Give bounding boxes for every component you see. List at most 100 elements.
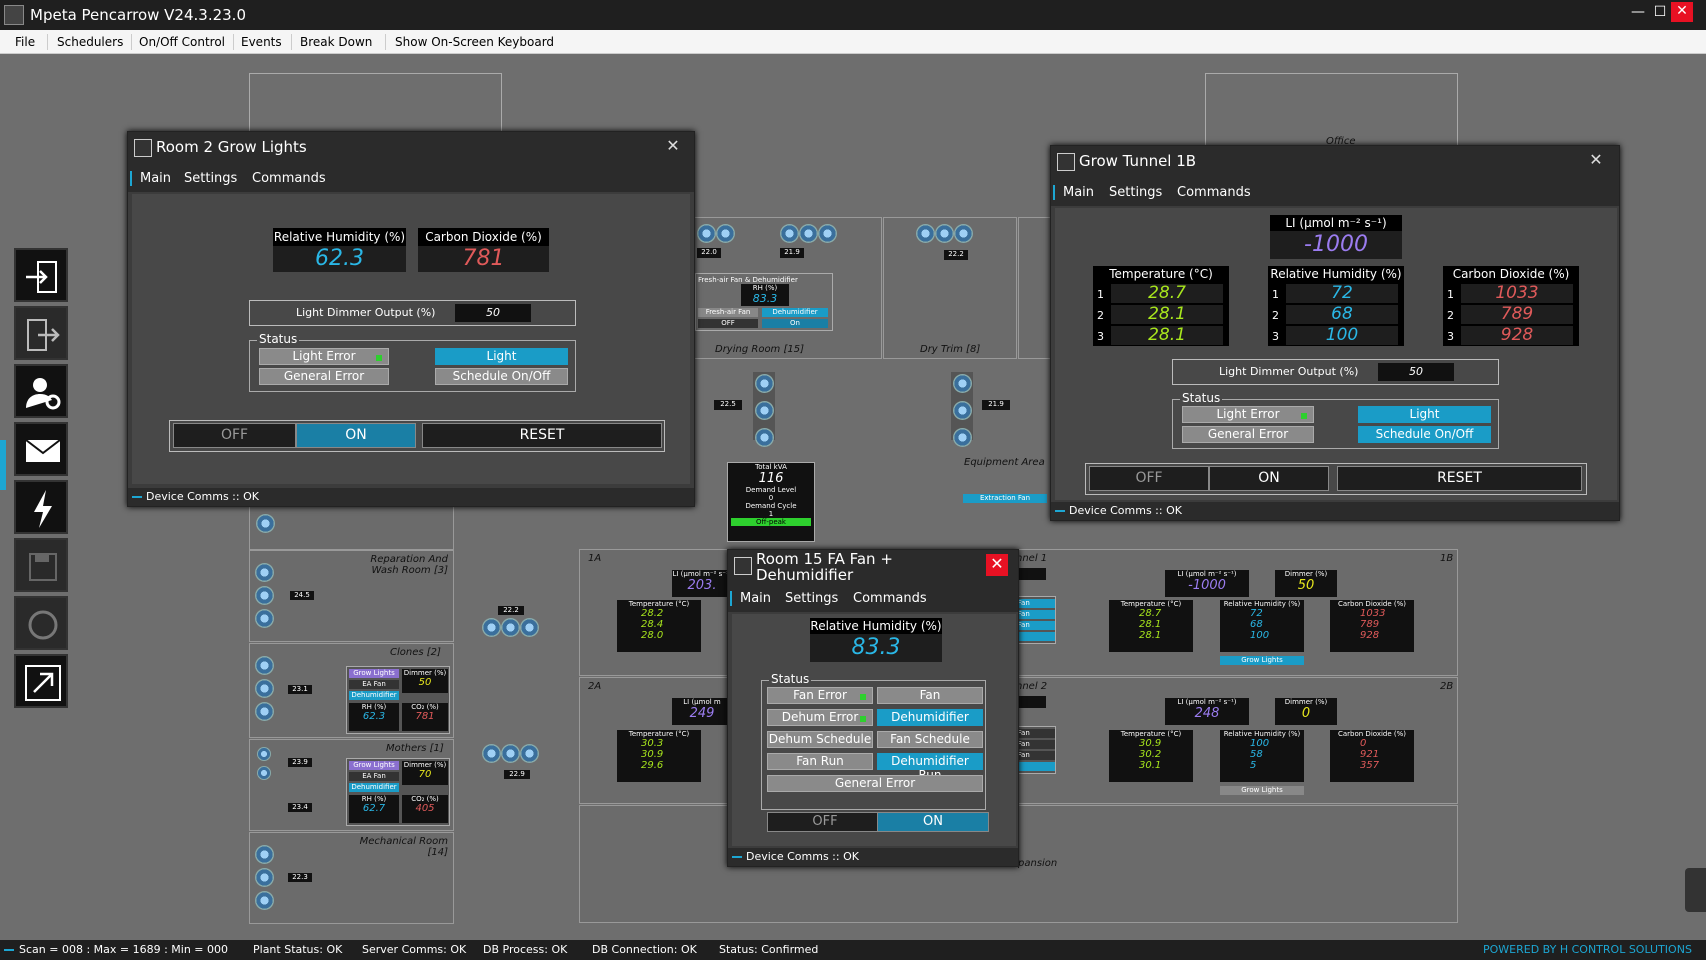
- maximize-button[interactable]: ☐: [1647, 0, 1673, 26]
- tab-commands[interactable]: Commands: [1177, 185, 1251, 200]
- zone-1b-label: 1B: [1440, 553, 1454, 564]
- login-icon[interactable]: [14, 248, 68, 302]
- mothers-controls[interactable]: Grow Lights Dimmer (%) 70 EA Fan Dehumidi…: [346, 758, 450, 826]
- dialog-body: Relative Humidity (%) 62.3 Carbon Dioxid…: [132, 194, 690, 484]
- menu-break-down[interactable]: Break Down: [300, 35, 372, 49]
- fan-column: [951, 372, 973, 447]
- scan-status: Scan = 008 : Max = 1689 : Min = 000: [19, 943, 229, 956]
- dry-trim-label: Dry Trim [8]: [920, 344, 981, 355]
- dehumidifier-button[interactable]: Dehumidifier: [349, 783, 399, 792]
- tab-settings[interactable]: Settings: [184, 171, 237, 186]
- tab-main[interactable]: Main: [730, 591, 771, 606]
- lightning-icon[interactable]: [14, 480, 68, 534]
- expand-icon[interactable]: [14, 654, 68, 708]
- dehumidifier-button[interactable]: Dehumidifier: [762, 308, 828, 317]
- device-comms-status: Device Comms :: OK: [728, 848, 1018, 866]
- off-button[interactable]: OFF: [767, 812, 883, 832]
- on-button[interactable]: ON: [877, 812, 989, 832]
- menu-onoff-control[interactable]: On/Off Control: [139, 35, 225, 49]
- menu-onscreen-keyboard[interactable]: Show On-Screen Keyboard: [395, 35, 554, 49]
- ea-fan-button[interactable]: EA Fan: [349, 772, 399, 781]
- off-button[interactable]: OFF: [1089, 466, 1209, 491]
- user-settings-icon[interactable]: [14, 364, 68, 418]
- title-bar: Mpeta Pencarrow V24.3.23.0 — ☐ ✕: [0, 0, 1706, 30]
- clones-room[interactable]: Clones [2] 23.1 Grow Lights Dimmer (%) 50…: [249, 643, 454, 738]
- tab-main[interactable]: Main: [1053, 185, 1094, 200]
- close-button[interactable]: ✕: [1671, 2, 1693, 22]
- z1b-grow-lights-button[interactable]: Grow Lights: [1220, 656, 1304, 665]
- clones-label: Clones [2]: [390, 647, 441, 658]
- clones-controls[interactable]: Grow Lights Dimmer (%) 50 EA Fan Dehumidi…: [346, 666, 450, 734]
- logout-icon[interactable]: [14, 306, 68, 360]
- mechanical-room[interactable]: Mechanical Room [14] 22.3: [249, 832, 454, 924]
- tab-main[interactable]: Main: [130, 171, 171, 186]
- mail-icon[interactable]: [14, 422, 68, 476]
- dehumidifier-button[interactable]: Dehumidifier: [349, 691, 399, 700]
- off-button[interactable]: OFF: [698, 319, 758, 328]
- temp-readout: 22.5: [714, 400, 742, 410]
- mechanical-label: Mechanical Room [14]: [359, 836, 448, 858]
- temp-readout: 24.5: [290, 591, 314, 600]
- fresh-air-fan-button[interactable]: Fresh-air Fan: [698, 308, 758, 317]
- server-comms-status: Server Comms: OK: [362, 943, 467, 956]
- room-edge: [249, 505, 454, 550]
- fresh-air-widget[interactable]: Fresh-air Fan & Dehumidifier RH (%) 83.3 …: [695, 273, 833, 331]
- close-icon[interactable]: ✕: [662, 136, 684, 158]
- dry-trim-room[interactable]: 22.2 Dry Trim [8]: [883, 217, 1017, 359]
- grow-lights-button[interactable]: Grow Lights: [349, 669, 399, 678]
- on-button[interactable]: ON: [296, 423, 416, 448]
- side-handle[interactable]: [0, 440, 6, 490]
- on-button[interactable]: On: [762, 319, 828, 328]
- fan-schedule-indicator: Fan Schedule: [877, 731, 983, 748]
- room-edge: [1018, 217, 1053, 359]
- menu-file[interactable]: File: [15, 35, 35, 49]
- tab-settings[interactable]: Settings: [785, 591, 838, 606]
- z2b-humidity: Relative Humidity (%) 100 58 5: [1220, 730, 1304, 782]
- drying-room[interactable]: 22.0 21.9 Fresh-air Fan & Dehumidifier R…: [694, 217, 882, 359]
- z2b-grow-lights-button[interactable]: Grow Lights: [1220, 786, 1304, 795]
- menu-events[interactable]: Events: [241, 35, 282, 49]
- extraction-fan-button[interactable]: Extraction Fan: [963, 494, 1047, 503]
- z1b-co2: Carbon Dioxide (%) 1033 789 928: [1330, 600, 1414, 652]
- mothers-room[interactable]: Mothers [1] 23.9 23.4 Grow Lights Dimmer…: [249, 739, 454, 831]
- save-icon[interactable]: [14, 538, 68, 592]
- off-button[interactable]: OFF: [173, 423, 296, 448]
- ea-fan-button[interactable]: EA Fan: [349, 680, 399, 689]
- co2-box: CO₂ (%) 405: [402, 795, 448, 823]
- device-icon: [1057, 153, 1075, 171]
- dimmer-box: Dimmer (%) 70: [402, 761, 448, 785]
- refresh-icon[interactable]: [14, 596, 68, 650]
- z1b-li: LI (µmol m⁻² s⁻¹) -1000: [1165, 570, 1249, 597]
- dialog-tabs: Main Settings Commands: [1051, 180, 1619, 206]
- light-indicator: Light: [435, 348, 568, 365]
- menu-schedulers[interactable]: Schedulers: [57, 35, 123, 49]
- reset-button[interactable]: RESET: [1337, 466, 1582, 491]
- on-button[interactable]: ON: [1209, 466, 1329, 491]
- grow-tunnel-dialog: Grow Tunnel 1B ✕ Main Settings Commands …: [1050, 145, 1620, 521]
- dialog-tabs: Main Settings Commands: [728, 586, 1018, 612]
- co2-readout: Carbon Dioxide (%) 781: [418, 228, 549, 274]
- expansion-label: pansion: [1018, 858, 1058, 869]
- room-outline: [249, 73, 502, 133]
- grow-lights-button[interactable]: Grow Lights: [349, 761, 399, 770]
- close-icon[interactable]: ✕: [986, 554, 1008, 576]
- side-panel-tab[interactable]: [1685, 868, 1706, 912]
- kva-widget[interactable]: Total kVA 116 Demand Level 0 Demand Cycl…: [727, 462, 815, 542]
- dimmer-input[interactable]: 50: [1378, 363, 1454, 381]
- mothers-label: Mothers [1]: [386, 743, 444, 754]
- rh-box: RH (%) 62.3: [349, 703, 399, 731]
- tab-commands[interactable]: Commands: [853, 591, 927, 606]
- tunnel-2-label: nnel 2: [1016, 681, 1048, 692]
- tab-settings[interactable]: Settings: [1109, 185, 1162, 200]
- temperature-readout: Temperature (°C) 123 28.7 28.1 28.1: [1093, 266, 1229, 346]
- status-label: Status: [257, 332, 300, 346]
- status-label: Status: [1180, 391, 1223, 405]
- fan-group: 22.9: [482, 742, 550, 782]
- reset-button[interactable]: RESET: [422, 423, 662, 448]
- reparation-room[interactable]: Reparation And Wash Room [3] 24.5: [249, 550, 454, 642]
- co2-box: CO₂ (%) 781: [402, 703, 448, 731]
- close-icon[interactable]: ✕: [1585, 150, 1607, 172]
- z1b-dimmer: Dimmer (%) 50: [1275, 570, 1337, 597]
- dimmer-input[interactable]: 50: [455, 304, 531, 322]
- tab-commands[interactable]: Commands: [252, 171, 326, 186]
